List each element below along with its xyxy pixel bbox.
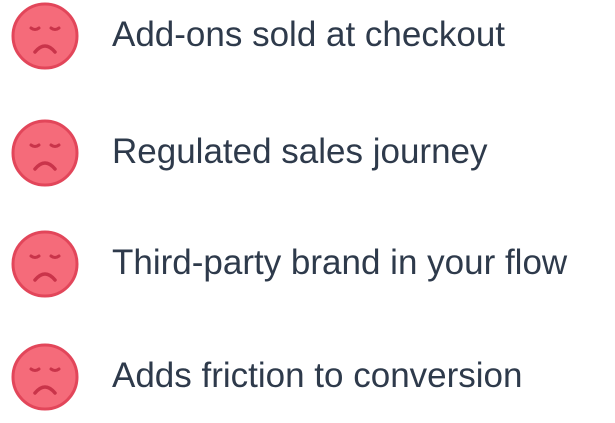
item-label: Regulated sales journey [112,132,488,171]
item-label: Add-ons sold at checkout [112,15,506,54]
item-label: Third-party brand in your flow [112,243,568,282]
item-label: Adds friction to conversion [112,356,523,395]
list-item: Regulated sales journey [0,119,615,199]
sad-face-icon [11,343,79,411]
list-item: Adds friction to conversion [0,343,615,423]
sad-face-icon [11,230,79,298]
sad-face-icon [11,119,79,187]
drawbacks-list: Add-ons sold at checkout Regulated sales… [0,0,615,411]
list-item: Add-ons sold at checkout [0,2,615,82]
list-item: Third-party brand in your flow [0,230,615,310]
sad-face-icon [11,2,79,70]
